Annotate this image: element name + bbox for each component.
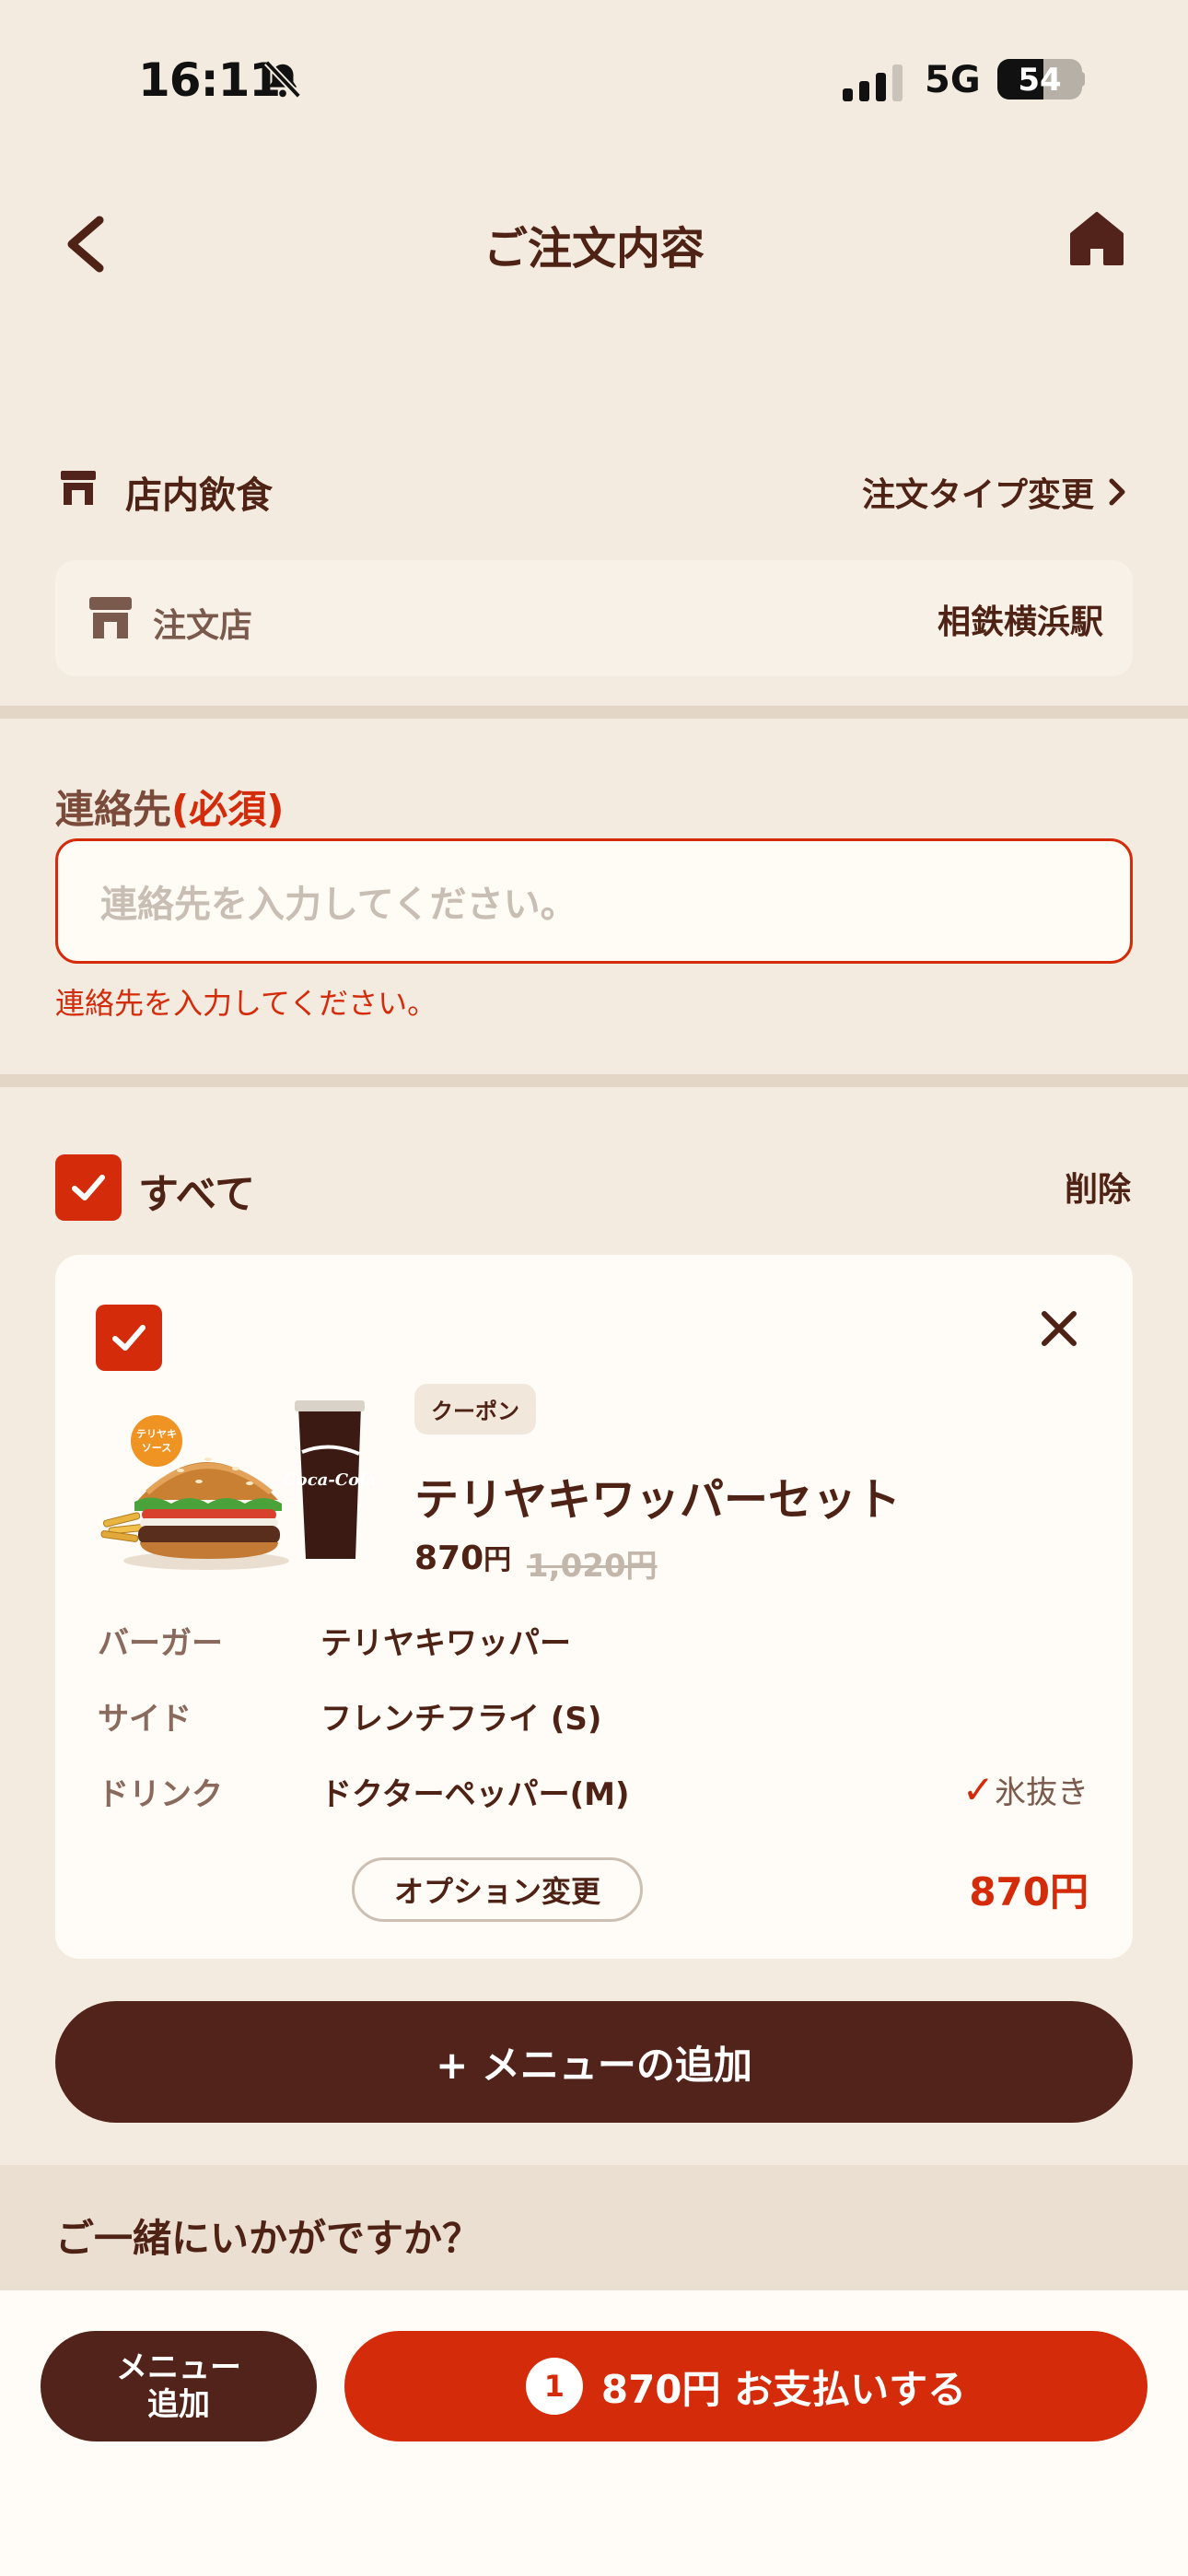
status-time: 16:11 <box>138 53 281 107</box>
order-type-label: 店内飲食 <box>125 474 273 517</box>
battery-icon: 54 <box>997 59 1082 100</box>
coupon-badge: クーポン <box>414 1384 536 1434</box>
option-value-burger: テリヤキワッパー <box>320 1625 571 1662</box>
menu-add-button[interactable]: メニュー 追加 <box>41 2331 317 2441</box>
option-value-side: フレンチフライ (S) <box>320 1701 602 1738</box>
item-price-unit: 円 <box>483 1544 512 1576</box>
bell-off-icon <box>263 60 302 99</box>
required-mark: (必須) <box>171 787 285 832</box>
battery-level: 54 <box>1018 62 1062 99</box>
cart-item-card <box>55 1255 1133 1959</box>
option-label-drink: ドリンク <box>98 1776 223 1813</box>
delete-button[interactable]: 削除 <box>1065 1163 1131 1211</box>
section-divider <box>0 706 1188 719</box>
contact-title-text: 連絡先 <box>55 787 172 832</box>
check-mark-icon: ✓ <box>961 1767 995 1812</box>
contact-input[interactable]: 連絡先を入力してください。 <box>55 838 1133 964</box>
item-count-badge: 1 <box>525 2358 583 2415</box>
store-name: 相鉄横浜駅 <box>937 603 1103 641</box>
section-divider <box>0 1074 1188 1087</box>
order-type-change-link[interactable]: 注文タイプ変更 <box>862 468 1127 516</box>
chevron-right-icon <box>1109 478 1125 506</box>
item-name: テリヤキワッパーセット <box>414 1474 902 1526</box>
shop-icon <box>89 597 132 638</box>
check-icon <box>112 1325 146 1351</box>
battery-tip <box>1079 72 1085 87</box>
svg-text:ソース: ソース <box>142 1442 171 1454</box>
signal-icon <box>843 64 903 101</box>
item-price: 870円 <box>414 1537 511 1577</box>
store-icon <box>61 471 96 505</box>
add-menu-button[interactable]: + メニューの追加 <box>55 2001 1133 2123</box>
pay-button[interactable]: 1 870円 お支払いする <box>344 2331 1147 2441</box>
store-label: 注文店 <box>153 607 253 645</box>
order-type-change-label: 注文タイプ変更 <box>861 476 1094 514</box>
drink-note-text: 氷抜き <box>995 1774 1089 1811</box>
contact-error-message: 連絡先を入力してください。 <box>55 986 437 1021</box>
option-value-drink: ドクターペッパー(M) <box>320 1776 630 1813</box>
item-checkbox[interactable] <box>96 1305 162 1371</box>
item-price-value: 870 <box>414 1540 484 1577</box>
item-original-price: 1,020円 <box>527 1548 658 1585</box>
item-total: 870円 <box>969 1869 1089 1914</box>
network-label: 5G <box>925 59 981 101</box>
drink-note: ✓氷抜き <box>962 1767 1089 1812</box>
home-icon[interactable] <box>1068 210 1125 267</box>
check-icon <box>72 1175 105 1200</box>
option-label-side: サイド <box>98 1701 192 1738</box>
menu-add-line2: 追加 <box>147 2386 210 2423</box>
page-title: ご注文内容 <box>483 223 705 275</box>
select-all-label: すべて <box>138 1171 256 1218</box>
contact-title: 連絡先(必須) <box>55 779 284 835</box>
pay-label: 870円 お支払いする <box>600 2366 967 2412</box>
close-icon[interactable] <box>1035 1305 1083 1352</box>
svg-text:Coca-Cola: Coca-Cola <box>283 1470 374 1490</box>
select-all-checkbox[interactable] <box>55 1154 122 1221</box>
menu-add-line1: メニュー <box>116 2349 241 2386</box>
svg-text:テリヤキ: テリヤキ <box>136 1428 177 1440</box>
option-change-button[interactable]: オプション変更 <box>352 1857 643 1922</box>
option-label-burger: バーガー <box>98 1625 223 1662</box>
suggestions-title: ご一緒にいかがですか？ <box>55 2216 482 2261</box>
item-image: テリヤキ ソース Coca-Cola <box>100 1400 374 1570</box>
